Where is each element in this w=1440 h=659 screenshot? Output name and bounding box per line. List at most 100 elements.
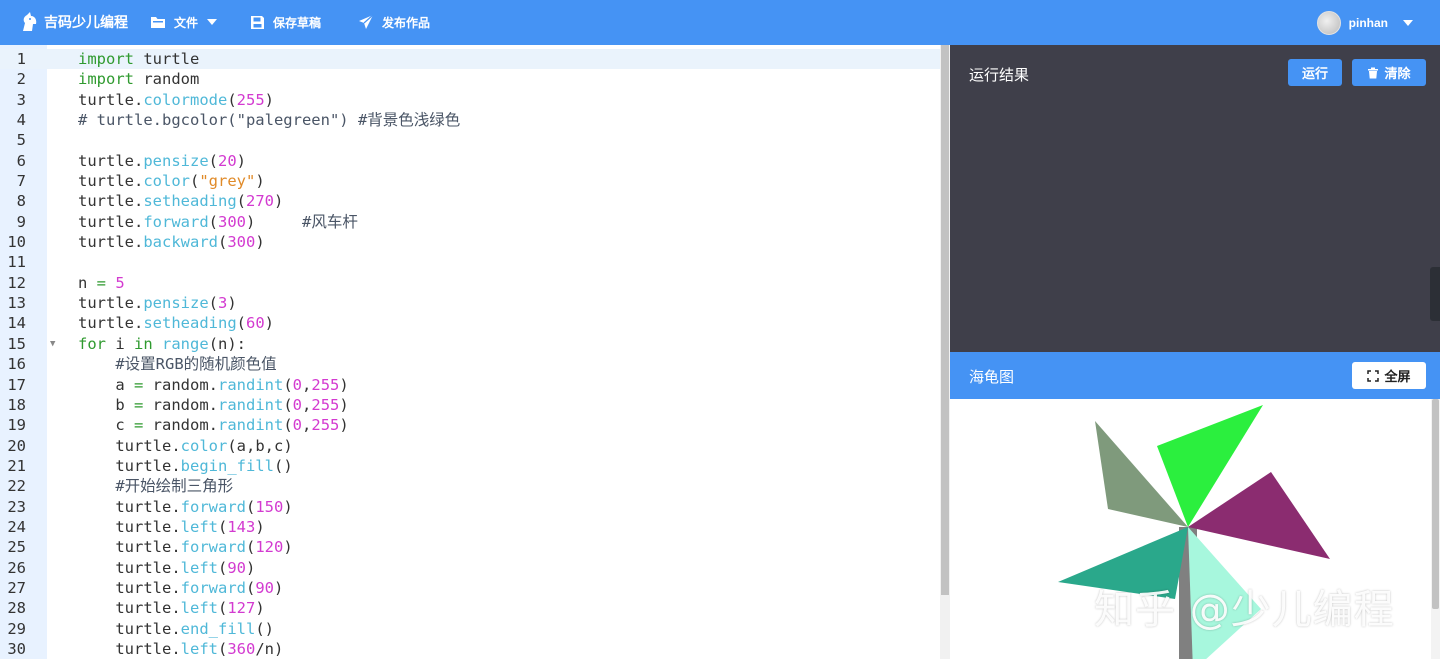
code-text: turtle.left(360/n) bbox=[78, 639, 284, 658]
code-line[interactable]: 17 a = random.randint(0,255) bbox=[0, 375, 940, 395]
canvas-scrollbar-thumb[interactable] bbox=[1432, 399, 1439, 609]
side-drag-handle[interactable] bbox=[1430, 267, 1440, 321]
code-line[interactable]: 27 turtle.forward(90) bbox=[0, 578, 940, 598]
line-number: 13 bbox=[7, 294, 26, 313]
code-text: b = random.randint(0,255) bbox=[78, 395, 349, 414]
code-text: turtle.color(a,b,c) bbox=[78, 436, 293, 455]
line-number: 4 bbox=[16, 111, 26, 130]
line-number: 29 bbox=[7, 619, 26, 638]
code-line[interactable]: 15 ▼ for i in range(n): bbox=[0, 334, 940, 354]
line-number: 30 bbox=[7, 639, 26, 658]
run-result-title: 运行结果 bbox=[969, 67, 1030, 84]
run-button[interactable]: 运行 bbox=[1288, 59, 1342, 86]
line-number: 23 bbox=[7, 497, 26, 516]
line-number: 18 bbox=[7, 395, 26, 414]
line-number: 20 bbox=[7, 436, 26, 455]
code-line[interactable]: 8 turtle.setheading(270) bbox=[0, 191, 940, 211]
code-line[interactable]: 25 turtle.forward(120) bbox=[0, 537, 940, 557]
code-line[interactable]: 26 turtle.left(90) bbox=[0, 558, 940, 578]
code-line[interactable]: 10 turtle.backward(300) bbox=[0, 232, 940, 252]
send-icon bbox=[359, 14, 374, 29]
code-text: n = 5 bbox=[78, 273, 125, 292]
line-number: 27 bbox=[7, 578, 26, 597]
turtle-panel-title: 海龟图 bbox=[969, 369, 1015, 386]
save-draft-label: 保存草稿 bbox=[273, 15, 322, 30]
line-number: 3 bbox=[16, 90, 26, 109]
line-number: 14 bbox=[7, 314, 26, 333]
code-text: turtle.left(90) bbox=[78, 558, 256, 577]
code-line[interactable]: 30 turtle.left(360/n) bbox=[0, 639, 940, 659]
line-number: 16 bbox=[7, 355, 26, 374]
code-line[interactable]: 9 turtle.forward(300) #风车杆 bbox=[0, 212, 940, 232]
turtle-canvas[interactable]: 知乎 @少儿编程 bbox=[950, 399, 1440, 659]
code-line[interactable]: 11 bbox=[0, 252, 940, 272]
user-name: pinhan bbox=[1348, 15, 1388, 30]
run-button-label: 运行 bbox=[1301, 66, 1328, 81]
code-text: turtle.pensize(3) bbox=[78, 294, 237, 313]
code-text: for i in range(n): bbox=[78, 334, 247, 353]
code-line[interactable]: 2 import random bbox=[0, 69, 940, 89]
publish-button[interactable]: 发布作品 bbox=[358, 12, 430, 32]
fullscreen-button[interactable]: 全屏 bbox=[1352, 362, 1426, 389]
fold-arrow-icon[interactable]: ▼ bbox=[50, 334, 55, 354]
folder-icon bbox=[151, 17, 165, 28]
code-line[interactable]: 16 #设置RGB的随机颜色值 bbox=[0, 354, 940, 374]
code-text: #设置RGB的随机颜色值 bbox=[115, 355, 277, 374]
code-text: turtle.setheading(270) bbox=[78, 192, 284, 211]
code-line[interactable]: 3 turtle.colormode(255) bbox=[0, 90, 940, 110]
code-line[interactable]: 18 b = random.randint(0,255) bbox=[0, 395, 940, 415]
code-text: turtle.setheading(60) bbox=[78, 314, 275, 333]
code-text: turtle.forward(90) bbox=[78, 578, 284, 597]
line-number: 10 bbox=[7, 233, 26, 252]
line-number: 17 bbox=[7, 375, 26, 394]
turtle-panel-header: 海龟图 全屏 bbox=[950, 352, 1440, 399]
code-line[interactable]: 19 c = random.randint(0,255) bbox=[0, 415, 940, 435]
code-text: a = random.randint(0,255) bbox=[78, 375, 349, 394]
watermark: 知乎 @少儿编程 bbox=[1094, 587, 1395, 633]
clear-button-label: 清除 bbox=[1384, 66, 1411, 81]
fullscreen-icon bbox=[1367, 369, 1380, 382]
clear-button[interactable]: 清除 bbox=[1352, 59, 1426, 86]
line-number: 28 bbox=[7, 599, 26, 618]
code-line[interactable]: 13 turtle.pensize(3) bbox=[0, 293, 940, 313]
code-line[interactable]: 23 turtle.forward(150) bbox=[0, 497, 940, 517]
code-text: turtle.colormode(255) bbox=[78, 90, 275, 109]
code-text: c = random.randint(0,255) bbox=[78, 416, 349, 435]
code-line[interactable]: 7 turtle.color("grey") bbox=[0, 171, 940, 191]
publish-label: 发布作品 bbox=[382, 15, 431, 30]
code-text: turtle.left(143) bbox=[78, 517, 265, 536]
code-line[interactable]: 12 n = 5 bbox=[0, 273, 940, 293]
code-line[interactable]: 24 turtle.left(143) bbox=[0, 517, 940, 537]
avatar bbox=[1316, 10, 1341, 35]
line-number: 12 bbox=[7, 273, 26, 292]
code-line[interactable]: 22 #开始绘制三角形 bbox=[0, 476, 940, 496]
save-draft-button[interactable]: 保存草稿 bbox=[250, 12, 321, 32]
line-number: 11 bbox=[7, 253, 26, 272]
brand-logo[interactable]: 吉码少儿编程 bbox=[20, 10, 128, 34]
user-menu[interactable]: pinhan bbox=[1316, 10, 1414, 35]
code-line[interactable]: 5 bbox=[0, 130, 940, 150]
code-text: turtle.end_fill() bbox=[78, 619, 274, 638]
code-text: turtle.begin_fill() bbox=[78, 456, 293, 475]
code-line[interactable]: 20 turtle.color(a,b,c) bbox=[0, 436, 940, 456]
line-number: 1 bbox=[16, 50, 26, 68]
menu-file[interactable]: 文件 bbox=[150, 12, 218, 32]
code-line[interactable]: 14 turtle.setheading(60) bbox=[0, 313, 940, 333]
code-line[interactable]: 6 turtle.pensize(20) bbox=[0, 151, 940, 171]
code-text: turtle.forward(120) bbox=[78, 538, 293, 557]
code-lines[interactable]: 1 import turtle 2 import random 3 turtle.colo… bbox=[0, 49, 940, 659]
fullscreen-button-label: 全屏 bbox=[1384, 369, 1411, 384]
code-line[interactable]: 28 turtle.left(127) bbox=[0, 598, 940, 618]
editor-scrollbar-thumb[interactable] bbox=[941, 45, 949, 595]
chevron-down-icon bbox=[1403, 19, 1413, 26]
code-editor[interactable]: 1 import turtle 2 import random 3 turtle.colo… bbox=[0, 45, 950, 659]
code-line[interactable]: 4 # turtle.bgcolor("palegreen") #背景色浅绿色 bbox=[0, 110, 940, 130]
code-line[interactable]: 21 turtle.begin_fill() bbox=[0, 456, 940, 476]
line-number: 5 bbox=[16, 131, 26, 150]
code-line[interactable]: 29 turtle.end_fill() bbox=[0, 619, 940, 639]
line-number: 19 bbox=[7, 416, 26, 435]
code-line[interactable]: 1 import turtle bbox=[0, 49, 940, 70]
line-number: 21 bbox=[7, 456, 26, 475]
code-text: import random bbox=[78, 70, 200, 89]
line-number: 22 bbox=[7, 477, 26, 496]
